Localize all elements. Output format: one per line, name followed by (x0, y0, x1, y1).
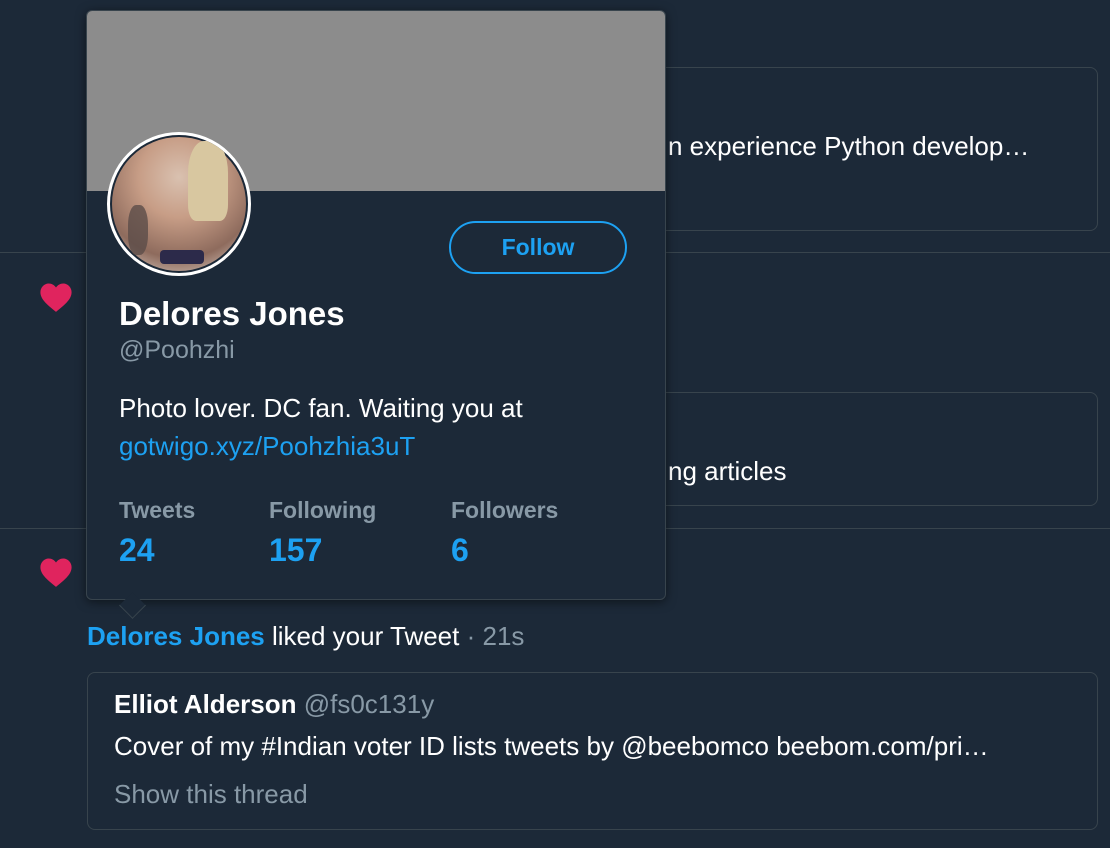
liker-name-link[interactable]: Delores Jones (87, 621, 265, 651)
heart-icon (40, 558, 72, 587)
heart-icon (40, 283, 72, 312)
stat-followers[interactable]: Followers 6 (451, 497, 558, 569)
stat-value: 6 (451, 532, 469, 568)
stat-label: Following (269, 497, 377, 523)
stat-value: 157 (269, 532, 323, 568)
tweet-handle[interactable]: @fs0c131y (304, 689, 434, 719)
notification-action: liked your Tweet (264, 621, 460, 651)
hovercard-caret (119, 592, 146, 619)
notification-time[interactable]: · 21s (459, 621, 525, 651)
tweet-text-partial: n experience Python develop… (668, 131, 1030, 161)
notification-line: Delores Jones liked your Tweet · 21s (87, 621, 524, 652)
stat-tweets[interactable]: Tweets 24 (119, 497, 195, 569)
show-thread-link[interactable]: Show this thread (114, 779, 308, 810)
stat-label: Followers (451, 497, 559, 523)
profile-bio: Photo lover. DC fan. Waiting you at gotw… (119, 389, 639, 465)
avatar[interactable] (107, 132, 251, 276)
bio-link[interactable]: gotwigo.xyz/Poohzhia3uT (119, 427, 639, 465)
quoted-tweet-card-2[interactable] (620, 392, 1098, 506)
profile-hovercard: Follow Delores Jones @Poohzhi Photo love… (86, 10, 666, 619)
follow-button[interactable]: Follow (449, 221, 627, 274)
tweet-text: Cover of my #Indian voter ID lists tweet… (114, 731, 989, 761)
bio-text: Photo lover. DC fan. Waiting you at (119, 393, 523, 423)
stat-following[interactable]: Following 157 (269, 497, 376, 569)
stat-value: 24 (119, 532, 155, 568)
profile-handle[interactable]: @Poohzhi (119, 336, 235, 365)
tweet-text-partial: ng articles (668, 456, 787, 486)
tweet-author[interactable]: Elliot Alderson (114, 689, 297, 719)
tweet-header: Elliot Alderson @fs0c131y (114, 689, 434, 720)
profile-name[interactable]: Delores Jones (119, 295, 345, 333)
liked-tweet-card[interactable]: Elliot Alderson @fs0c131y Cover of my #I… (87, 672, 1098, 830)
stat-label: Tweets (119, 497, 196, 523)
